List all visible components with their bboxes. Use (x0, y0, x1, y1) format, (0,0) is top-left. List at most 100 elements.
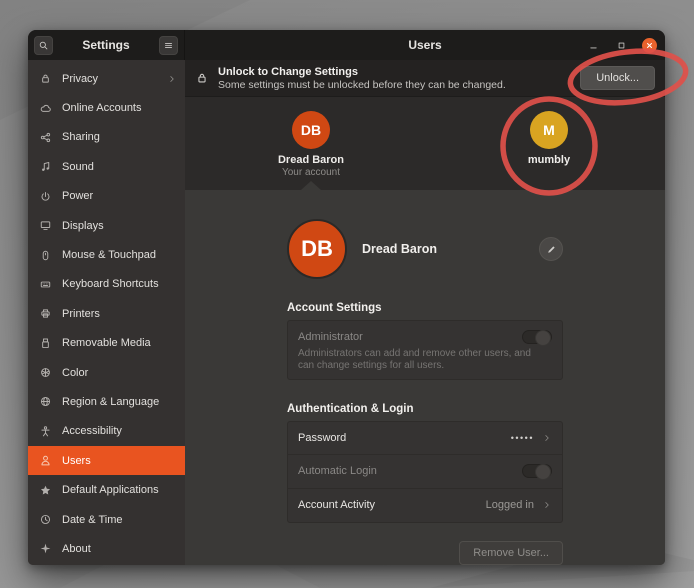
keyboard-icon (39, 278, 52, 291)
power-icon (39, 190, 52, 203)
sidebar-item-label: Online Accounts (62, 102, 177, 114)
sidebar-item-label: Default Applications (62, 484, 177, 496)
sidebar-item-sharing[interactable]: Sharing (28, 123, 185, 152)
music-note-icon (39, 160, 52, 173)
sidebar-item-label: Keyboard Shortcuts (62, 278, 177, 290)
user-dread-baron[interactable]: DB Dread Baron Your account (241, 111, 381, 178)
unlock-button[interactable]: Unlock... (580, 66, 655, 90)
minimize-icon (588, 40, 599, 51)
sidebar: Privacy Online Accounts Sharing Sound Po… (28, 60, 185, 565)
automatic-login-label: Automatic Login (298, 465, 377, 477)
person-icon (39, 454, 52, 467)
administrator-row: Administrator Administrators can add and… (288, 321, 562, 379)
mouse-icon (39, 249, 52, 262)
search-button[interactable] (34, 36, 53, 55)
sidebar-item-label: About (62, 543, 177, 555)
password-value: ••••• (511, 433, 534, 443)
sidebar-item-accessibility[interactable]: Accessibility (28, 417, 185, 446)
sidebar-item-about[interactable]: About (28, 534, 185, 563)
administrator-toggle[interactable] (522, 330, 552, 344)
maximize-button[interactable] (614, 38, 629, 53)
sidebar-item-label: Accessibility (62, 425, 177, 437)
window-controls (586, 30, 657, 60)
monitor-icon (39, 219, 52, 232)
starburst-icon (39, 542, 52, 555)
edit-name-button[interactable] (539, 237, 563, 261)
unlock-banner-title: Unlock to Change Settings (218, 66, 506, 78)
selected-user-caret (301, 181, 321, 190)
cloud-icon (39, 102, 52, 115)
sidebar-item-date-time[interactable]: Date & Time (28, 505, 185, 534)
user-detail-panel: DB Dread Baron Account Settings Administ… (185, 190, 665, 565)
sidebar-item-keyboard-shortcuts[interactable]: Keyboard Shortcuts (28, 270, 185, 299)
sidebar-item-sound[interactable]: Sound (28, 152, 185, 181)
clock-icon (39, 513, 52, 526)
profile-avatar: DB (287, 219, 347, 279)
accessibility-icon (39, 425, 52, 438)
sidebar-item-label: Region & Language (62, 396, 177, 408)
password-row[interactable]: Password ••••• (288, 422, 562, 455)
authentication-group: Password ••••• Automatic Login (287, 421, 563, 523)
sidebar-item-mouse-touchpad[interactable]: Mouse & Touchpad (28, 240, 185, 269)
close-button[interactable] (642, 38, 657, 53)
unlock-banner-text: Unlock to Change Settings Some settings … (218, 66, 506, 91)
maximize-icon (616, 40, 627, 51)
sidebar-item-privacy[interactable]: Privacy (28, 64, 185, 93)
sidebar-header: Settings (28, 30, 185, 60)
sidebar-item-displays[interactable]: Displays (28, 211, 185, 240)
sidebar-item-removable-media[interactable]: Removable Media (28, 329, 185, 358)
avatar-initials: DB (301, 122, 321, 138)
authentication-heading: Authentication & Login (287, 403, 563, 415)
sidebar-item-label: Removable Media (62, 337, 177, 349)
sidebar-item-region-language[interactable]: Region & Language (28, 387, 185, 416)
sidebar-item-label: Printers (62, 308, 177, 320)
settings-window: Settings Users Priv (28, 30, 665, 565)
account-settings-group: Administrator Administrators can add and… (287, 320, 563, 380)
star-icon (39, 484, 52, 497)
sidebar-item-power[interactable]: Power (28, 182, 185, 211)
user-mumbly[interactable]: M mumbly (479, 111, 619, 166)
unlock-banner: Unlock to Change Settings Some settings … (185, 60, 665, 97)
avatar-initials: M (543, 122, 555, 138)
share-icon (39, 131, 52, 144)
menu-button[interactable] (159, 36, 178, 55)
sidebar-item-printers[interactable]: Printers (28, 299, 185, 328)
sidebar-item-color[interactable]: Color (28, 358, 185, 387)
avatar-initials: DB (301, 236, 333, 262)
sidebar-item-users[interactable]: Users (28, 446, 185, 475)
sidebar-item-label: Mouse & Touchpad (62, 249, 177, 261)
password-label: Password (298, 432, 346, 444)
lock-icon (39, 72, 52, 85)
minimize-button[interactable] (586, 38, 601, 53)
sidebar-item-label: Power (62, 190, 177, 202)
remove-user-button[interactable]: Remove User... (459, 541, 563, 565)
globe-icon (39, 395, 52, 408)
chevron-right-icon (542, 433, 552, 443)
sidebar-item-default-applications[interactable]: Default Applications (28, 475, 185, 504)
sidebar-item-online-accounts[interactable]: Online Accounts (28, 93, 185, 122)
account-activity-row[interactable]: Account Activity Logged in (288, 489, 562, 522)
profile-name: Dread Baron (362, 242, 437, 256)
automatic-login-toggle[interactable] (522, 464, 552, 478)
close-icon (645, 41, 654, 50)
profile-header: DB Dread Baron (287, 219, 563, 279)
users-panel: Unlock to Change Settings Some settings … (185, 60, 665, 565)
account-activity-value: Logged in (486, 499, 534, 511)
automatic-login-row: Automatic Login (288, 455, 562, 488)
printer-icon (39, 307, 52, 320)
user-carousel: DB Dread Baron Your account M mumbly (185, 97, 665, 190)
account-activity-label: Account Activity (298, 499, 375, 511)
hamburger-icon (163, 40, 174, 51)
chevron-right-icon (542, 500, 552, 510)
sidebar-item-label: Displays (62, 220, 177, 232)
user-name: mumbly (479, 154, 619, 166)
sidebar-item-label: Privacy (62, 73, 157, 85)
avatar: DB (292, 111, 330, 149)
account-settings-heading: Account Settings (287, 302, 563, 314)
user-subtitle: Your account (241, 167, 381, 178)
administrator-label: Administrator (298, 331, 363, 343)
app-title: Settings (82, 38, 129, 52)
avatar: M (530, 111, 568, 149)
user-name: Dread Baron (241, 154, 381, 166)
sidebar-item-label: Sharing (62, 131, 177, 143)
